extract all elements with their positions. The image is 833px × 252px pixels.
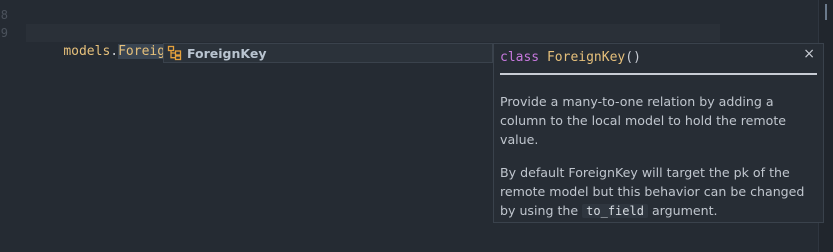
doc-parens: () — [625, 50, 641, 65]
doc-paragraph-2-tail: argument. — [651, 203, 718, 218]
doc-inline-code: to_field — [582, 204, 648, 218]
class-icon — [167, 45, 182, 61]
completion-item[interactable]: ForeignKey — [164, 44, 492, 62]
line-number: 9 — [0, 26, 8, 40]
doc-paragraph-2: By default ForeignKey will target the pk… — [500, 163, 822, 221]
code-token-module: models — [63, 44, 111, 59]
code-editor[interactable]: 8 9 models.ForeignKey ForeignKey class F… — [0, 0, 833, 252]
completion-list: ForeignKey — [163, 43, 493, 63]
documentation-popup: class ForeignKey() × Provide a many-to-o… — [493, 43, 824, 223]
code-line[interactable]: models.ForeignKey — [32, 25, 199, 59]
code-token-dot: . — [110, 44, 119, 59]
doc-signature: class ForeignKey() — [500, 49, 641, 67]
doc-keyword: class — [500, 50, 540, 65]
doc-class-name: ForeignKey — [546, 50, 626, 65]
scrollbar-thumb[interactable] — [825, 4, 827, 20]
line-number: 8 — [0, 8, 8, 22]
close-icon[interactable]: × — [803, 46, 815, 62]
doc-divider — [500, 73, 817, 75]
doc-paragraph-1: Provide a many-to-one relation by adding… — [500, 94, 787, 147]
completion-item-label: ForeignKey — [187, 45, 267, 61]
